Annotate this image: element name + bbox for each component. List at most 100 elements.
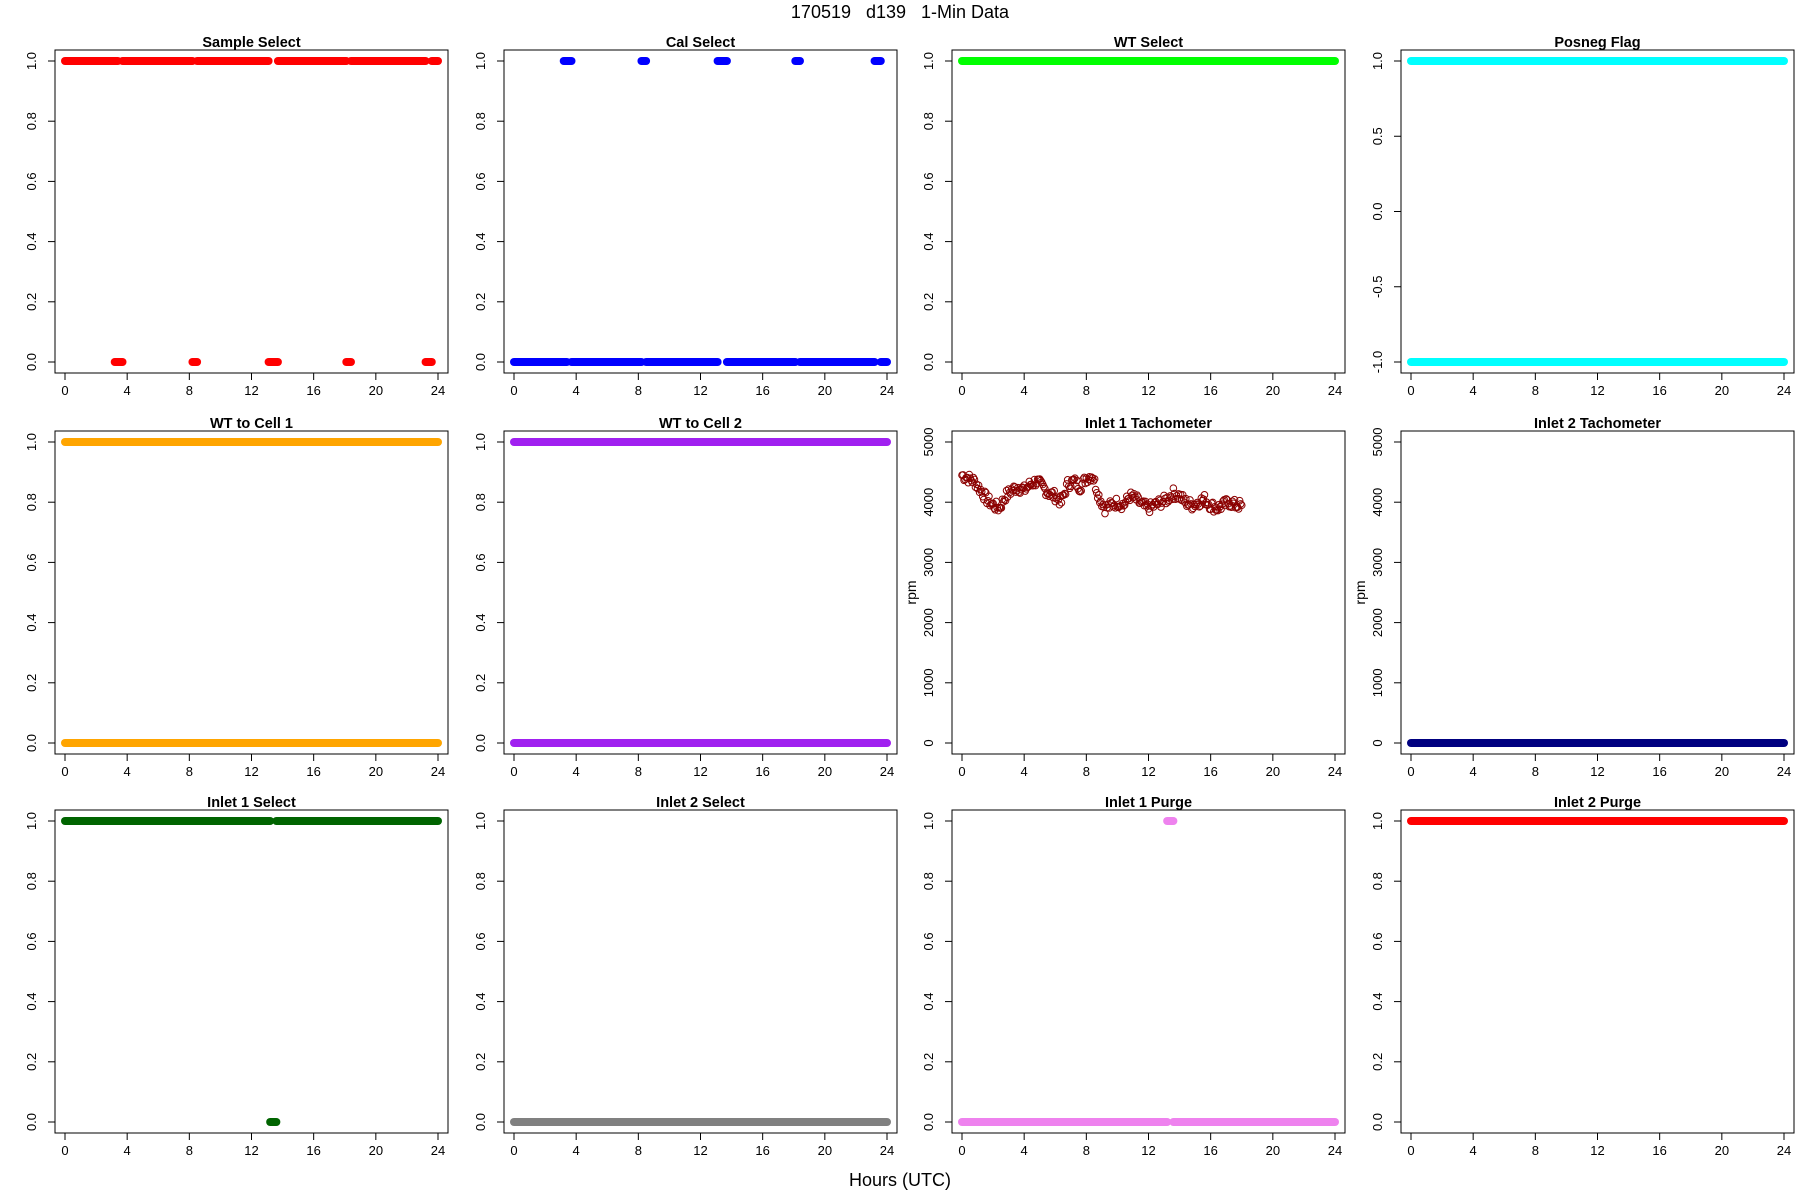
x-tick-label: 24 [431,383,445,398]
x-tick-label: 24 [431,764,445,779]
panel-title: Inlet 2 Select [656,795,745,811]
y-tick-label: 0.4 [473,233,488,251]
x-tick-label: 12 [693,383,707,398]
panel-7: Inlet 1 Tachometer 0 4 8 12 16 20 24 0 1000 2000 30… [903,416,1346,779]
x-tick-label: 16 [1203,764,1217,779]
x-tick-label: 20 [1266,764,1280,779]
panel-1: Sample Select 0 4 8 12 16 20 24 0.0 0.2 0.4 0.6 0.8 1… [24,35,449,398]
y-tick-label: 1000 [1370,668,1385,697]
x-tick-label: 24 [1328,1143,1342,1158]
x-tick-label: 0 [61,383,68,398]
y-tick-label: 0.6 [921,932,936,950]
x-tick-label: 4 [573,764,580,779]
y-tick-label: 5000 [1370,428,1385,457]
plot-frame [1400,49,1795,374]
x-tick-label: 24 [1328,764,1342,779]
x-tick-label: 8 [1083,383,1090,398]
y-tick-label: 0.0 [24,353,39,371]
x-tick-label: 8 [635,764,642,779]
x-tick-label: 12 [1590,1143,1604,1158]
x-tick-label: 0 [958,764,965,779]
y-tick-label: 0.0 [24,1113,39,1131]
y-tick-label: 1000 [921,668,936,697]
series-points [958,470,1246,518]
panel-2: Cal Select 0 4 8 12 16 20 24 0.0 0.2 0.4 0.6 0.8 1.0 [473,35,898,398]
x-tick-label: 24 [880,764,894,779]
y-tick-label: -0.5 [1370,276,1385,298]
y-tick-label: 3000 [1370,548,1385,577]
x-tick-label: 16 [755,764,769,779]
x-tick-label: 0 [510,1143,517,1158]
x-tick-label: 8 [1532,1143,1539,1158]
x-tick-label: 16 [306,764,320,779]
y-tick-label: 0.0 [1370,1113,1385,1131]
plot-frame [503,430,898,755]
y-tick-label: 0.6 [473,932,488,950]
panel-11: Inlet 1 Purge 0 4 8 12 16 20 24 0.0 0.2 0.4 0.6 0.8 1… [921,795,1346,1158]
x-tick-label: 24 [1777,383,1791,398]
y-tick-label: 0.6 [473,172,488,190]
y-tick-label: 1.0 [1370,812,1385,830]
x-tick-label: 16 [755,383,769,398]
x-tick-label: 20 [818,383,832,398]
x-tick-label: 20 [369,764,383,779]
x-tick-label: 12 [1141,1143,1155,1158]
y-tick-label: 1.0 [24,812,39,830]
y-tick-label: 0.2 [24,1053,39,1071]
panel-6: WT to Cell 2 0 4 8 12 16 20 24 0.0 0.2 0.4 0.6 0.8 1.… [473,416,898,779]
x-tick-label: 24 [880,383,894,398]
x-tick-label: 20 [1266,1143,1280,1158]
y-tick-label: 0.8 [473,112,488,130]
panel-10: Inlet 2 Select 0 4 8 12 16 20 24 0.0 0.2 0.4 0.6 0.8… [473,795,898,1158]
x-tick-label: 16 [306,1143,320,1158]
plot-frame [54,430,449,755]
y-tick-label: 1.0 [24,433,39,451]
x-tick-label: 4 [1470,764,1477,779]
x-tick-label: 12 [693,1143,707,1158]
x-tick-label: 0 [61,764,68,779]
x-tick-label: 0 [958,383,965,398]
x-tick-label: 4 [1470,1143,1477,1158]
y-tick-label: 0.8 [24,112,39,130]
y-tick-label: 0.8 [473,872,488,890]
x-tick-label: 16 [1652,383,1666,398]
x-tick-label: 12 [1590,383,1604,398]
y-tick-label: 1.0 [24,52,39,70]
x-tick-label: 0 [1407,764,1414,779]
y-tick-label: 4000 [1370,488,1385,517]
panel-9: Inlet 1 Select 0 4 8 12 16 20 24 0.0 0.2 0.4 0.6 0.8… [24,795,449,1158]
x-tick-label: 20 [1715,1143,1729,1158]
x-tick-label: 24 [1777,764,1791,779]
x-tick-label: 8 [1083,1143,1090,1158]
panel-title: Inlet 2 Purge [1554,795,1641,811]
x-tick-label: 8 [1532,764,1539,779]
x-tick-label: 16 [1203,383,1217,398]
x-tick-label: 0 [510,383,517,398]
y-tick-label: 0 [921,739,936,746]
y-tick-label: 0.0 [473,1113,488,1131]
x-tick-label: 8 [635,1143,642,1158]
x-tick-label: 4 [124,383,131,398]
x-tick-label: 0 [61,1143,68,1158]
y-tick-label: 0.2 [473,293,488,311]
y-tick-label: 0.5 [1370,127,1385,145]
x-tick-label: 20 [818,1143,832,1158]
y-tick-label: 0.6 [24,932,39,950]
x-tick-label: 8 [1083,764,1090,779]
y-tick-label: 4000 [921,488,936,517]
y-tick-label: 0.0 [921,1113,936,1131]
y-tick-label: 0.8 [921,112,936,130]
plot-frame [951,809,1346,1134]
x-tick-label: 8 [1532,383,1539,398]
panel-12: Inlet 2 Purge 0 4 8 12 16 20 24 0.0 0.2 0.4 0.6 0.8 1… [1370,795,1795,1158]
y-tick-label: 1.0 [473,812,488,830]
y-tick-label: 5000 [921,428,936,457]
data-point [1112,494,1121,503]
y-tick-label: 0.8 [24,493,39,511]
plot-frame [503,49,898,374]
x-tick-label: 4 [124,764,131,779]
y-tick-label: 1.0 [921,812,936,830]
panel-title: Inlet 1 Purge [1105,795,1192,811]
y-tick-label: 1.0 [473,433,488,451]
x-tick-label: 12 [1141,764,1155,779]
